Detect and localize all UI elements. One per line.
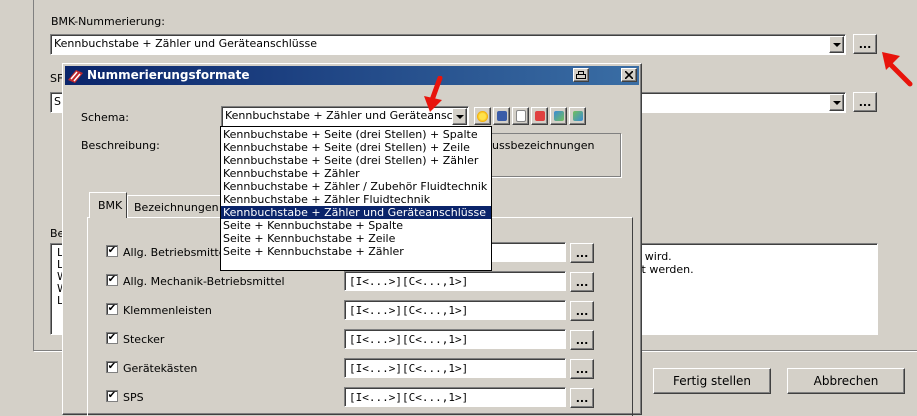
tab-bezeichnungen[interactable]: Bezeichnungen [127,195,223,217]
row-label: Stecker [123,333,165,346]
chevron-down-icon [832,42,841,47]
row-label: Klemmenleisten [123,304,212,317]
tab-bmk[interactable]: BMK [89,192,127,218]
beschreibung-text: hlussbezeichnungen [482,139,595,152]
row-checkbox[interactable]: ✔ [106,274,118,286]
finish-button[interactable]: Fertig stellen [653,368,771,394]
row-format-field[interactable]: [I<...>][C<...,1>] [344,271,566,291]
delete-icon [534,111,545,121]
export-icon [572,111,583,121]
arrow-annotation-icon [882,52,913,87]
copy-schema-button[interactable] [512,107,529,125]
row-more-button[interactable]: ... [570,359,594,379]
schema-label: Schema: [81,111,129,124]
schema-option[interactable]: Kennbuchstabe + Zähler [221,167,491,180]
save-icon [496,111,507,121]
bmk-more-button[interactable]: ... [853,34,877,54]
save-schema-button[interactable] [493,107,510,125]
export-schema-button[interactable] [569,107,586,125]
printer-icon [576,70,586,79]
schema-dropdown-items: Kennbuchstabe + Seite (drei Stellen) + S… [221,128,491,258]
delete-schema-button[interactable] [531,107,548,125]
row-label: Gerätekästen [123,362,198,375]
numbering-row: ✔ Klemmenleisten [I<...>][C<...,1>]... [63,299,643,321]
schema-option[interactable]: Kennbuchstabe + Zähler / Zubehör Fluidte… [221,180,491,193]
checkmark-icon: ✔ [107,390,117,401]
schema-option[interactable]: Seite + Kennbuchstabe + Zähler [221,245,491,258]
chevron-down-icon [832,100,841,105]
sun-icon [477,110,488,122]
description-line: t wird. [637,250,672,263]
checkmark-icon: ✔ [107,274,117,285]
schema-option[interactable]: Kennbuchstabe + Seite (drei Stellen) + Z… [221,141,491,154]
numbering-row: ✔ Stecker [I<...>][C<...,1>]... [63,328,643,350]
bmk-numbering-value: Kennbuchstabe + Zähler und Geräteanschlü… [54,37,317,50]
close-icon [625,71,633,79]
row-more-button[interactable]: ... [570,301,594,321]
row-label: Allg. Mechanik-Betriebsmittel [123,275,285,288]
checkmark-icon: ✔ [107,303,117,314]
bmk-numbering-combo[interactable]: Kennbuchstabe + Zähler und Geräteanschlü… [50,34,846,55]
numbering-row: ✔ SPS [I<...>][C<...,1>]... [63,386,643,408]
bmk-label: BMK-Nummerierung: [51,15,165,28]
row-label: SPS [123,391,144,404]
row-checkbox[interactable]: ✔ [106,303,118,315]
row-more-button[interactable]: ... [570,330,594,350]
row-format-field[interactable]: [I<...>][C<...,1>] [344,300,566,320]
schema-option[interactable]: Kennbuchstabe + Seite (drei Stellen) + S… [221,128,491,141]
bmk-dropdown-button[interactable] [829,36,844,53]
schema-dropdown-list[interactable]: Kennbuchstabe + Seite (drei Stellen) + S… [220,126,492,271]
schema-option[interactable]: Kennbuchstabe + Zähler und Geräteanschlü… [221,206,491,219]
description-line: rt werden. [637,263,694,276]
dialog-close-button[interactable] [621,68,637,82]
copy-icon [515,110,526,122]
row-more-button[interactable]: ... [570,388,594,408]
beschreibung-label: Beschreibung: [81,139,160,152]
sf-value: S [54,95,61,108]
checkmark-icon: ✔ [107,361,117,372]
sf-more-button[interactable]: ... [853,92,877,112]
app-logo-icon [68,70,83,83]
chevron-down-icon [455,114,464,119]
arrow-annotation-icon [424,76,443,112]
checkmark-icon: ✔ [107,245,117,256]
schema-dropdown-button[interactable] [452,108,467,125]
row-format-field[interactable]: [I<...>][C<...,1>] [344,329,566,349]
dialog-title: Nummerierungsformate [87,68,250,82]
row-checkbox[interactable]: ✔ [106,245,118,257]
row-checkbox[interactable]: ✔ [106,390,118,402]
schema-option[interactable]: Seite + Kennbuchstabe + Spalte [221,219,491,232]
row-label: Allg. Betriebsmittel [123,246,229,259]
dialog-title-bar: Nummerierungsformate [65,66,639,85]
row-format-field[interactable]: [I<...>][C<...,1>] [344,358,566,378]
new-schema-button[interactable] [474,107,491,125]
row-more-button[interactable]: ... [570,272,594,292]
description-right-text: t wird. rt werden. [637,250,694,276]
tab-bezeichnungen-label: Bezeichnungen [134,201,219,214]
schema-toolbar [474,107,586,125]
row-checkbox[interactable]: ✔ [106,361,118,373]
checkmark-icon: ✔ [107,332,117,343]
import-icon [553,111,564,121]
cancel-button[interactable]: Abbrechen [787,368,905,394]
row-more-button[interactable]: ... [570,243,594,263]
sf-dropdown-button[interactable] [829,94,844,111]
tab-bmk-label: BMK [98,199,123,212]
row-format-field[interactable]: [I<...>][C<...,1>] [344,387,566,407]
import-schema-button[interactable] [550,107,567,125]
dialog-print-button[interactable] [573,68,589,82]
schema-option[interactable]: Kennbuchstabe + Zähler Fluidtechnik [221,193,491,206]
numbering-row: ✔ Allg. Mechanik-Betriebsmittel [I<...>][C… [63,270,643,292]
schema-option[interactable]: Kennbuchstabe + Seite (drei Stellen) + Z… [221,154,491,167]
numbering-row: ✔ Gerätekästen [I<...>][C<...,1>]... [63,357,643,379]
schema-option[interactable]: Seite + Kennbuchstabe + Zeile [221,232,491,245]
row-checkbox[interactable]: ✔ [106,332,118,344]
